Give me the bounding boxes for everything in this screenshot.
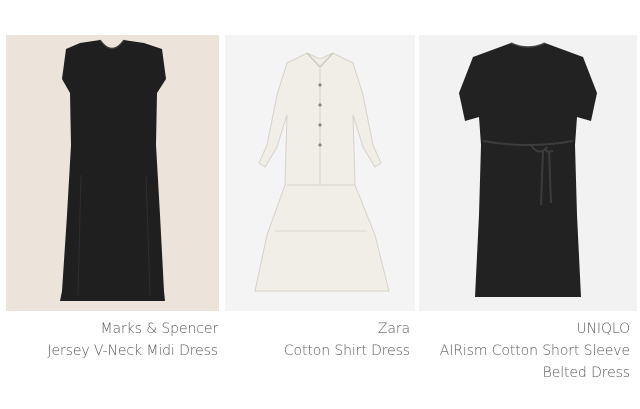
product-name-line[interactable]: Cotton Shirt Dress — [284, 340, 410, 362]
product-caption: UNIQLO AIRism Cotton Short Sleeve Belted… — [440, 318, 630, 384]
product-name-line[interactable]: Belted Dress — [440, 362, 630, 384]
white-cotton-shirt-dress-icon — [254, 52, 390, 292]
product-image[interactable] — [419, 35, 637, 311]
product-card-uniqlo[interactable]: UNIQLO AIRism Cotton Short Sleeve Belted… — [416, 0, 640, 409]
black-belted-tshirt-dress-icon — [459, 42, 597, 297]
product-name-line[interactable]: AIRism Cotton Short Sleeve — [440, 340, 630, 362]
product-caption: Marks & Spencer Jersey V-Neck Midi Dress — [47, 318, 218, 362]
product-card-zara[interactable]: Zara Cotton Shirt Dress — [222, 0, 416, 409]
product-image[interactable] — [6, 35, 219, 311]
product-brand[interactable]: Marks & Spencer — [47, 318, 219, 340]
product-caption: Zara Cotton Shirt Dress — [284, 318, 410, 362]
product-image[interactable] — [225, 35, 415, 311]
product-brand[interactable]: Zara — [284, 318, 410, 340]
product-card-marks-spencer[interactable]: Marks & Spencer Jersey V-Neck Midi Dress — [0, 0, 222, 409]
product-name-line[interactable]: Jersey V-Neck Midi Dress — [47, 340, 218, 362]
product-brand[interactable]: UNIQLO — [440, 318, 630, 340]
black-vneck-midi-dress-icon — [60, 39, 166, 301]
